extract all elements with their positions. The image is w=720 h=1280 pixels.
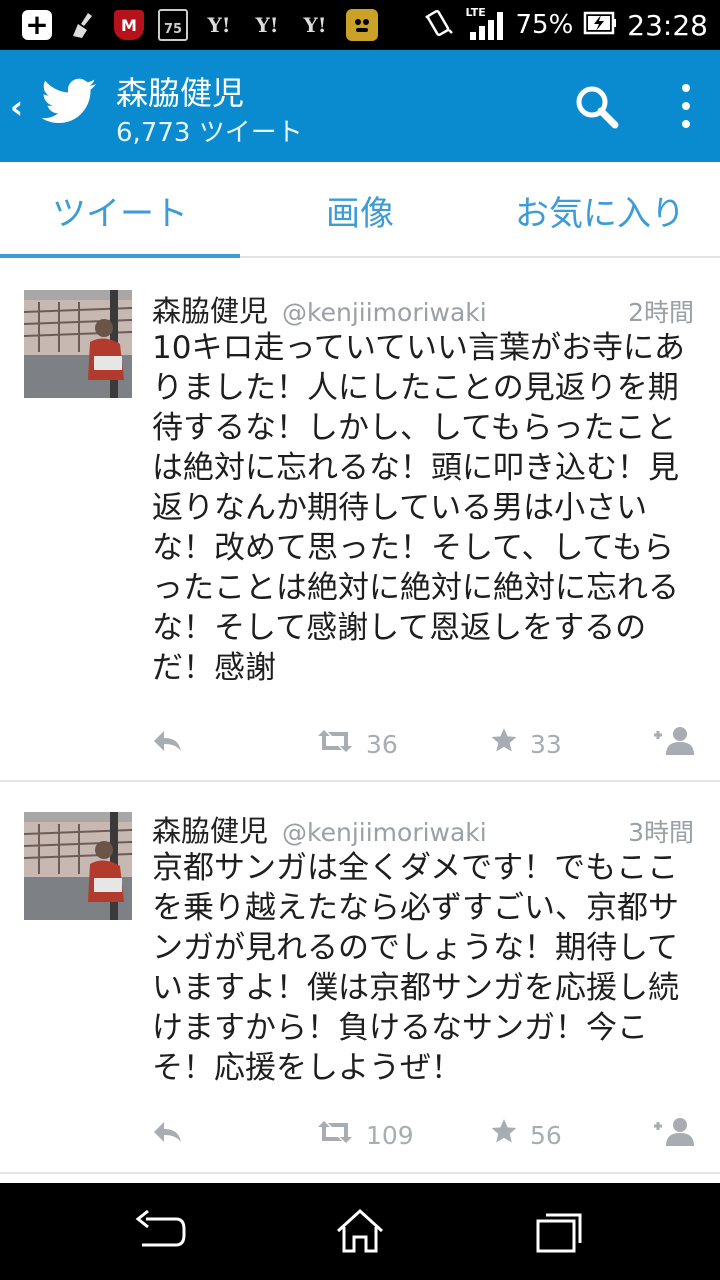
star-icon xyxy=(490,727,518,761)
tweet-item[interactable]: 森脇健児 @kenjiimoriwaki 2時間 10キロ走っていていい言葉がお… xyxy=(0,258,720,782)
app-icon xyxy=(346,9,378,41)
tab-tweets[interactable]: ツイート xyxy=(0,162,240,260)
navigation-bar xyxy=(0,1183,720,1280)
clock: 23:28 xyxy=(627,8,708,42)
yahoo-icon: Y! xyxy=(207,13,231,37)
back-icon[interactable] xyxy=(132,1205,188,1257)
profile-tabs: ツイート 画像 お気に入り xyxy=(0,162,720,260)
reply-button[interactable] xyxy=(152,724,182,764)
vibrate-icon xyxy=(422,6,456,44)
twitter-bird-icon[interactable] xyxy=(41,78,98,128)
favorite-count: 33 xyxy=(530,729,562,759)
tweet-item[interactable]: 森脇健児 @kenjiimoriwaki 3時間 京都サンガは全くダメです！でも… xyxy=(0,782,720,1174)
tab-images[interactable]: 画像 xyxy=(240,162,480,258)
tweet-count: 6,773 ツイート xyxy=(116,118,303,148)
follow-button[interactable] xyxy=(652,724,696,764)
yahoo-icon: Y! xyxy=(303,13,327,37)
favorite-button[interactable]: 33 xyxy=(490,724,562,764)
action-bar: ‹ 森脇健児 6,773 ツイート xyxy=(0,50,720,162)
battery-percent: 75% xyxy=(515,10,574,40)
tweet-header: 森脇健児 @kenjiimoriwaki 2時間 xyxy=(152,288,694,328)
calendar-icon: 75 xyxy=(158,9,188,41)
tweet-list: 森脇健児 @kenjiimoriwaki 2時間 10キロ走っていていい言葉がお… xyxy=(0,258,720,1183)
recent-apps-icon[interactable] xyxy=(532,1205,588,1257)
add-user-icon xyxy=(652,725,696,763)
status-bar: + M 75 Y! Y! Y! LTE 75% 23:28 xyxy=(0,0,720,50)
network-label: LTE xyxy=(465,6,486,19)
tweet-text: 10キロ走っていていい言葉がお寺にありました！人にしたことの見返りを期待するな！… xyxy=(152,330,685,686)
signal-icon: LTE xyxy=(466,6,506,40)
author-name[interactable]: 森脇健児 xyxy=(152,288,268,330)
search-icon[interactable] xyxy=(574,84,620,130)
tweet-header: 森脇健児 @kenjiimoriwaki 3時間 xyxy=(152,808,694,848)
author-name[interactable]: 森脇健児 xyxy=(152,808,268,850)
retweet-button[interactable]: 109 xyxy=(316,1115,414,1155)
tweet-actions: 109 56 xyxy=(152,1115,700,1155)
add-icon: + xyxy=(22,10,52,40)
favorite-button[interactable]: 56 xyxy=(490,1115,562,1155)
favorite-count: 56 xyxy=(530,1120,562,1150)
reply-icon xyxy=(152,729,182,759)
tweet-text: 京都サンガは全くダメです！でもここを乗り越えたなら必ずすごい、京都サンガが見れる… xyxy=(152,850,679,1086)
tweet-actions: 36 33 xyxy=(152,724,700,764)
follow-button[interactable] xyxy=(652,1115,696,1155)
author-handle[interactable]: @kenjiimoriwaki xyxy=(282,818,628,847)
star-icon xyxy=(490,1118,518,1152)
retweet-icon xyxy=(316,1119,354,1151)
tab-favorites[interactable]: お気に入り xyxy=(480,162,720,258)
add-user-icon xyxy=(652,1116,696,1154)
retweet-button[interactable]: 36 xyxy=(316,724,398,764)
overflow-menu-icon[interactable] xyxy=(672,82,700,130)
avatar[interactable] xyxy=(24,290,132,398)
avatar[interactable] xyxy=(24,812,132,920)
retweet-icon xyxy=(316,728,354,760)
yahoo-icon: Y! xyxy=(255,13,279,37)
tweet-time: 2時間 xyxy=(628,298,694,327)
broom-icon xyxy=(66,8,100,42)
reply-icon xyxy=(152,1120,182,1150)
home-icon[interactable] xyxy=(332,1205,388,1257)
retweet-count: 36 xyxy=(366,729,398,759)
mcafee-icon: M xyxy=(114,10,144,40)
battery-icon xyxy=(583,9,617,41)
reply-button[interactable] xyxy=(152,1115,182,1155)
back-chevron-icon[interactable]: ‹ xyxy=(10,88,23,126)
retweet-count: 109 xyxy=(366,1120,414,1150)
page-title: 森脇健児 xyxy=(116,74,245,112)
author-handle[interactable]: @kenjiimoriwaki xyxy=(282,298,628,327)
tweet-time: 3時間 xyxy=(628,818,694,847)
